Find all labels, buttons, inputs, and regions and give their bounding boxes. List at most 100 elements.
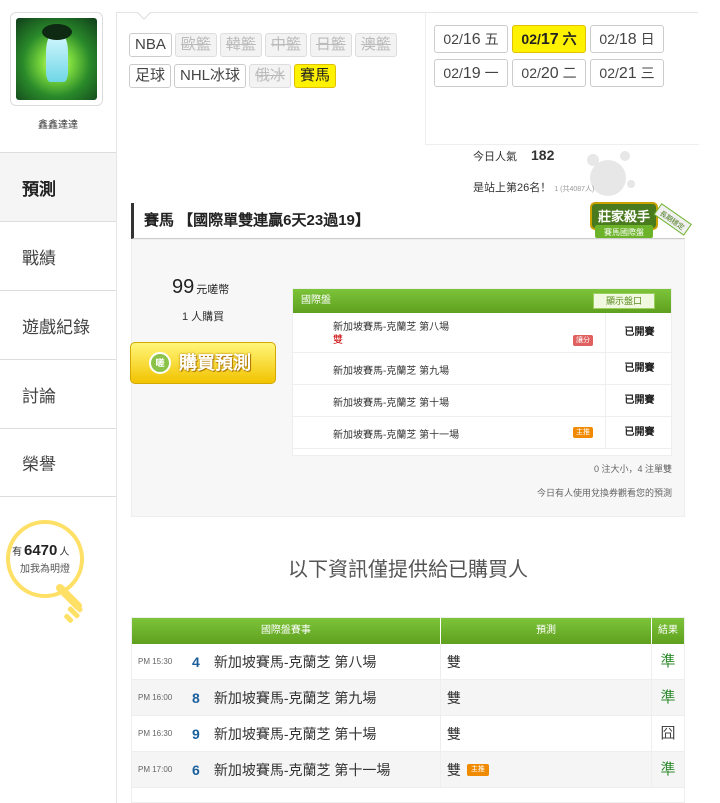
sidebar: 鑫鑫達達 預測 戰績 遊戲紀錄 討論 榮譽 有 6470 人 加我為明燈: [0, 0, 116, 803]
sport-nhl[interactable]: NHL冰球: [174, 64, 247, 88]
table-row: PM 17:00 6 新加坡賽馬-克蘭芝 第十一場 雙主推 準: [132, 752, 684, 788]
intl-market-header: 國際盤 顯示盤口: [293, 289, 671, 313]
user-name[interactable]: 鑫鑫達達: [0, 116, 116, 131]
splash-decoration: [587, 151, 635, 196]
prediction-offer: 99 元嗟幣 1 人購買 嗟 購買預測 國際盤 顯示盤口 新加坡賽馬-克蘭芝 第八…: [130, 239, 685, 517]
race-name: 新加坡賽馬-克蘭芝 第九場: [333, 366, 450, 377]
popularity: 今日人氣 182: [473, 147, 555, 163]
fans-cta: 加我為明燈: [20, 564, 70, 575]
race-status: 已開賽: [605, 313, 673, 352]
list-item: 新加坡賽馬-克蘭芝 第九場 已開賽: [293, 353, 671, 385]
race-pick: 雙: [446, 653, 461, 670]
coin-icon: 嗟: [149, 352, 171, 374]
buyer-count: 1 人購買: [182, 311, 225, 323]
main-panel: NBA 歐籃 韓籃 中籃 日籃 澳籃 足球 NHL冰球 俄冰 賽馬 02/16 五 02/17 六…: [116, 12, 699, 803]
sport-australia-basketball: 澳籃: [354, 33, 397, 57]
race-number: 4: [191, 654, 200, 670]
nav-label: 討論: [22, 386, 56, 406]
sport-horse-racing[interactable]: 賽馬: [294, 64, 337, 88]
avatar[interactable]: [16, 18, 97, 100]
race-time: PM 17:00: [138, 765, 173, 774]
sport-russia-hockey: 俄冰: [249, 64, 292, 88]
sport-japan-basketball: 日籃: [309, 33, 352, 57]
race-pick: 雙: [446, 725, 461, 742]
race-time: PM 16:00: [138, 693, 173, 702]
site-rank: 是站上第26名！ 1 (共4087人): [473, 182, 595, 194]
list-item: 新加坡賽馬-克蘭芝 第八場 雙 讓分 已開賽: [293, 313, 671, 353]
nav-label: 預測: [22, 179, 56, 199]
race-status: 已開賽: [605, 417, 673, 448]
nav-label: 戰績: [22, 248, 56, 268]
race-pick: 雙: [446, 761, 461, 778]
date-0221[interactable]: 02/21 三: [590, 59, 664, 87]
intl-market-panel: 國際盤 顯示盤口 新加坡賽馬-克蘭芝 第八場 雙 讓分 已開賽 新加坡賽馬-克蘭…: [292, 288, 672, 456]
nav-label: 遊戲紀錄: [22, 317, 90, 337]
race-status: 已開賽: [605, 385, 673, 416]
nav-label: 榮譽: [22, 455, 56, 474]
race-result: 準: [660, 653, 676, 670]
header-event: 國際盤賽事: [132, 618, 441, 644]
race-number: 8: [191, 690, 200, 706]
nav-item-honor[interactable]: 榮譽: [0, 428, 116, 497]
date-0220[interactable]: 02/20 二: [512, 59, 586, 87]
race-pick: 雙: [446, 689, 461, 706]
sport-football[interactable]: 足球: [129, 64, 172, 88]
list-item: 新加坡賽馬-克蘭芝 第十一場 主推 已開賽: [293, 417, 671, 449]
bet-count-note: 0 注大小，4 注單雙: [593, 464, 672, 474]
nav-item-discuss[interactable]: 討論: [0, 359, 116, 428]
sport-nba[interactable]: NBA: [129, 33, 172, 57]
race-tag: 主推: [466, 763, 489, 776]
date-0217[interactable]: 02/17 六: [512, 25, 586, 53]
show-odds-button[interactable]: 顯示盤口: [593, 293, 655, 309]
race-number: 6: [191, 762, 200, 778]
buy-label: 購買預測: [179, 353, 251, 373]
fans-lamp-button[interactable]: 有 6470 人 加我為明燈: [4, 520, 96, 623]
race-pick: 雙: [333, 335, 343, 346]
lightbulb-icon: [56, 584, 83, 623]
fans-count-line: 有 6470 人: [12, 542, 70, 559]
sport-korea-basketball: 韓籃: [219, 33, 262, 57]
race-time: PM 15:30: [138, 657, 173, 666]
race-name: 新加坡賽馬-克蘭芝 第十場: [333, 398, 450, 409]
price: 99 元嗟幣: [172, 276, 230, 298]
race-result: 準: [660, 761, 676, 778]
buyers-only-notice: 以下資訊僅提供給已購買人: [288, 559, 528, 581]
date-0216[interactable]: 02/16 五: [434, 25, 508, 53]
race-name: 新加坡賽馬-克蘭芝 第九場: [213, 690, 377, 706]
header-result: 結果: [658, 625, 679, 636]
results-table: 國際盤賽事 預測 結果 PM 15:30 4 新加坡賽馬-克蘭芝 第八場 雙 準 …: [131, 617, 685, 803]
date-0219[interactable]: 02/19 一: [434, 59, 508, 87]
badge-sub: 賽馬國際盤: [604, 227, 644, 237]
sport-china-basketball: 中籃: [264, 33, 307, 57]
table-header: 國際盤賽事 預測 結果: [132, 618, 684, 644]
race-tag: 讓分: [573, 335, 593, 346]
sport-filter: NBA 歐籃 韓籃 中籃 日籃 澳籃 足球 NHL冰球 俄冰 賽馬: [129, 33, 419, 95]
race-time: PM 16:30: [138, 729, 173, 738]
race-name: 新加坡賽馬-克蘭芝 第十場: [213, 726, 377, 742]
avatar-frame[interactable]: [10, 12, 103, 106]
header-pick: 預測: [441, 618, 653, 644]
popularity-value: 182: [531, 147, 555, 163]
race-name: 新加坡賽馬-克蘭芝 第八場: [333, 322, 450, 333]
table-row: PM 16:30 9 新加坡賽馬-克蘭芝 第十場 雙 囧: [132, 716, 684, 752]
nav-item-predict[interactable]: 預測: [0, 152, 116, 221]
date-0218[interactable]: 02/18 日: [590, 25, 664, 53]
fans-count: 6470: [24, 542, 58, 559]
list-item: 新加坡賽馬-克蘭芝 第十場 已開賽: [293, 385, 671, 417]
table-row: PM 15:30 4 新加坡賽馬-克蘭芝 第八場 雙 準: [132, 644, 684, 680]
race-number: 9: [191, 726, 200, 742]
sport-euro-basketball: 歐籃: [174, 33, 217, 57]
table-row: PM 16:00 8 新加坡賽馬-克蘭芝 第九場 雙 準: [132, 680, 684, 716]
race-name: 新加坡賽馬-克蘭芝 第八場: [213, 654, 377, 670]
race-name: 新加坡賽馬-克蘭芝 第十一場: [333, 430, 460, 441]
buy-prediction-button[interactable]: 嗟 購買預測: [130, 342, 276, 384]
nav-item-game-log[interactable]: 遊戲紀錄: [0, 290, 116, 359]
race-result: 準: [660, 689, 676, 706]
nav-item-record[interactable]: 戰績: [0, 221, 116, 290]
race-result: 囧: [660, 725, 676, 742]
race-tag: 主推: [573, 427, 593, 438]
notch-decoration: [137, 12, 151, 20]
race-name: 新加坡賽馬-克蘭芝 第十一場: [213, 762, 391, 778]
voucher-note: 今日有人使用兌換券觀看您的預測: [536, 488, 672, 498]
race-status: 已開賽: [605, 353, 673, 384]
